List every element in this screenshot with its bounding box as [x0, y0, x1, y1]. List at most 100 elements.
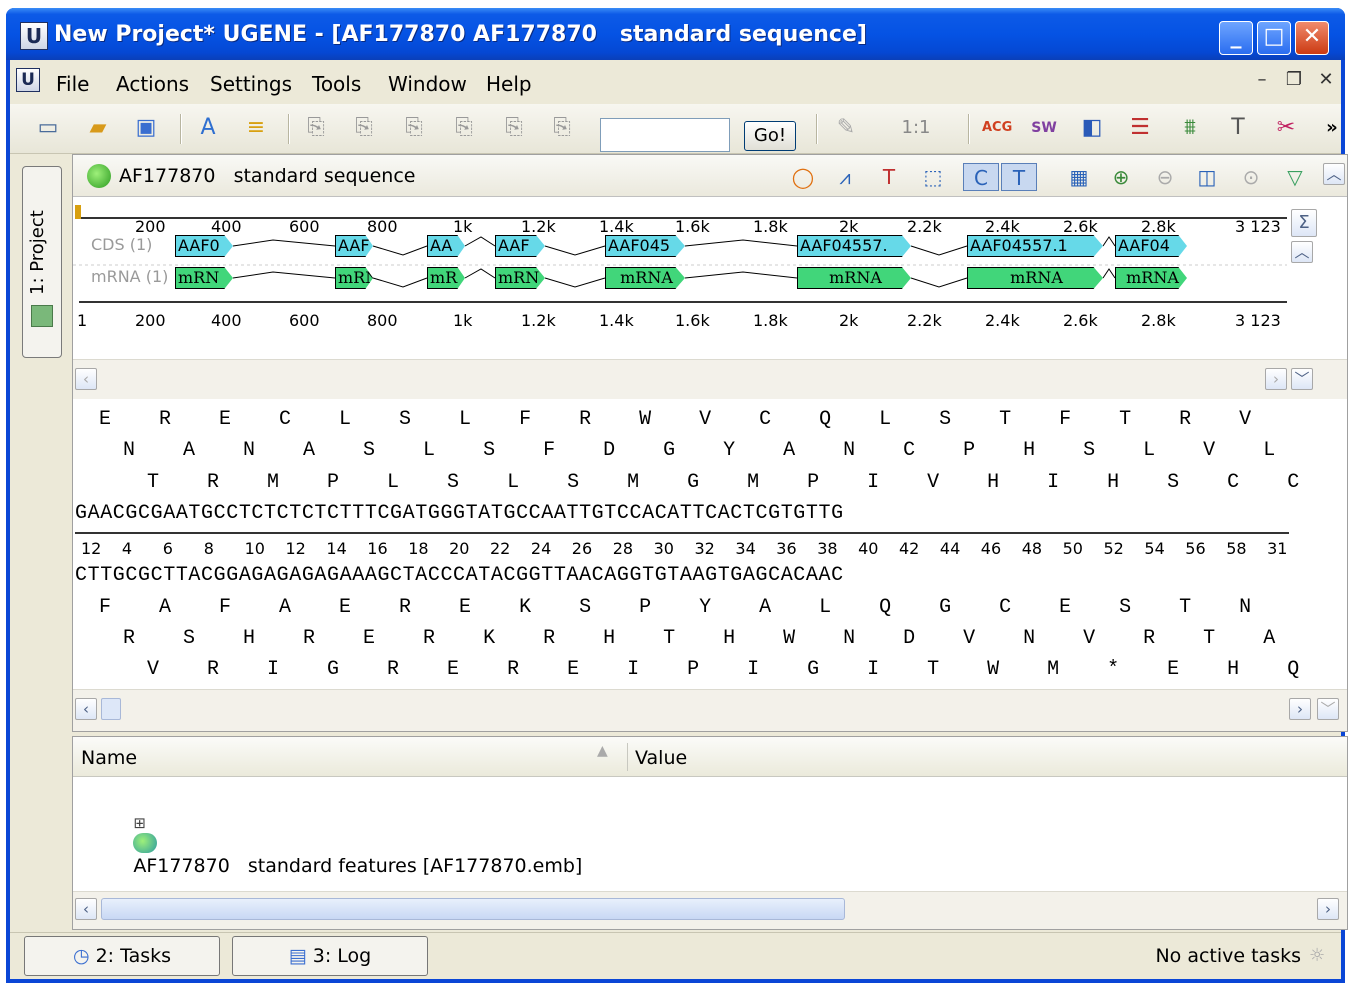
detail-scrollbar[interactable]: ‹ › ﹀	[73, 689, 1347, 731]
annotations-icon[interactable]: ≡	[242, 114, 270, 142]
tab-log[interactable]: ▤ 3: Log	[232, 936, 428, 976]
sort-ascending-icon: ▲	[597, 743, 608, 759]
scroll-up-icon[interactable]: ︿	[1323, 163, 1345, 185]
copy-annotation-icon[interactable]: ⎘	[500, 114, 528, 142]
scroll-down-icon[interactable]: ﹀	[1291, 368, 1313, 390]
graphs-icon[interactable]: ⩘	[831, 163, 859, 191]
scroll-left-icon[interactable]: ‹	[75, 368, 97, 390]
tree-scroll-thumb[interactable]	[101, 898, 845, 920]
copy-complement-icon[interactable]: ⎘	[350, 114, 378, 142]
zoom-in-icon[interactable]: ⊕	[1107, 163, 1135, 191]
new-project-icon[interactable]: ▭	[34, 114, 62, 142]
export-image-icon[interactable]: ▦	[1065, 163, 1093, 191]
mrna-feature[interactable]: mRNA	[797, 267, 911, 289]
copy-sequence-icon[interactable]: ⎘	[302, 114, 330, 142]
show-translations-icon[interactable]: T	[1001, 163, 1037, 191]
cds-feature[interactable]: AA	[427, 235, 465, 257]
mrna-feature[interactable]: mRN	[175, 267, 233, 289]
ugene-menu-icon[interactable]: U	[16, 68, 40, 92]
mrna-feature[interactable]: mRN	[335, 267, 373, 289]
close-button[interactable]: ✕	[1295, 21, 1329, 55]
orf-marker-icon[interactable]: ☰	[1126, 114, 1154, 142]
toolbar-more-button[interactable]: »	[1318, 114, 1346, 142]
search-input[interactable]	[600, 118, 730, 152]
cds-feature[interactable]: AAF0	[175, 235, 233, 257]
menu-file[interactable]: File	[56, 72, 89, 96]
menu-tools[interactable]: Tools	[312, 72, 361, 96]
mrna-feature[interactable]: mRNA	[1115, 267, 1187, 289]
smith-waterman-icon[interactable]: SW	[1030, 114, 1058, 142]
show-complement-icon[interactable]: C	[963, 163, 999, 191]
cds-feature[interactable]: AAF04	[1115, 235, 1187, 257]
ugene-app-icon[interactable]: U	[20, 22, 48, 50]
maximize-button[interactable]: □	[1257, 21, 1291, 55]
overview-scrollbar[interactable]: ‹ › ﹀	[73, 359, 1347, 399]
dotplot-icon[interactable]: ⩩	[1176, 114, 1204, 142]
zoom-selection-icon[interactable]: ◫	[1193, 163, 1221, 191]
mdi-restore-button[interactable]: ❐	[1282, 68, 1306, 92]
tree-scroll-right-icon[interactable]: ›	[1317, 898, 1339, 920]
detail-scroll-right-icon[interactable]: ›	[1289, 698, 1311, 720]
query-designer-icon[interactable]: ◧	[1078, 114, 1106, 142]
tree-scroll-left-icon[interactable]: ‹	[75, 898, 97, 920]
find-repeats-icon[interactable]: ACG	[982, 114, 1012, 142]
copy-translation-icon[interactable]: ⎘	[400, 114, 428, 142]
column-name[interactable]: Name	[81, 747, 137, 769]
complement-frame-2: R S H R E R K R H T H W N D V N V R T A	[99, 627, 1276, 650]
scroll-right-icon[interactable]: ›	[1265, 368, 1287, 390]
column-value[interactable]: Value	[635, 747, 687, 769]
zoom-out-icon[interactable]: ⊖	[1151, 163, 1179, 191]
cds-feature[interactable]: AAF04557.	[797, 235, 911, 257]
circular-view-icon[interactable]: ◯	[789, 163, 817, 191]
select-range-icon[interactable]: ⬚	[919, 163, 947, 191]
detail-scroll-down-icon[interactable]: ﹀	[1317, 698, 1339, 720]
bottom-dock: ◷ 2: Tasks ▤ 3: Log No active tasks ☼	[10, 932, 1341, 979]
reverse-strand[interactable]: CTTGCGCTTACGGAGAGAGAGAAAGCTACCCATACGGTTA…	[75, 561, 1349, 591]
edit-pencil-icon[interactable]: ✎	[832, 114, 860, 142]
mrna-feature[interactable]: mR	[427, 267, 465, 289]
save-icon[interactable]: ▣	[132, 114, 160, 142]
detail-ruler-label: 24	[530, 539, 552, 558]
cds-feature[interactable]: AAF	[335, 235, 373, 257]
expand-icon[interactable]: ⊞	[133, 814, 155, 832]
project-tab[interactable]: 1: Project	[22, 166, 62, 358]
tandem-repeats-icon[interactable]: T	[1224, 114, 1252, 142]
tree-header: Name ▲ Value	[73, 737, 1347, 777]
cds-feature[interactable]: AAF04557.1	[967, 235, 1103, 257]
menu-window[interactable]: Window	[388, 72, 467, 96]
zoom-default-icon[interactable]: ⊙	[1237, 163, 1265, 191]
restriction-sites-icon[interactable]: ✂	[1272, 114, 1300, 142]
forward-strand[interactable]: GAACGCGAATGCCTCTCTCTCTTTCGATGGGTATGCCAAT…	[75, 499, 1349, 529]
mrna-feature[interactable]: mRNA	[605, 267, 685, 289]
open-folder-icon[interactable]: ▰	[84, 114, 112, 142]
copy-complement-translation-icon[interactable]: ⎘	[450, 114, 478, 142]
title-bar[interactable]: U New Project* UGENE - [AF177870 AF17787…	[6, 8, 1345, 60]
go-button[interactable]: Go!	[744, 121, 796, 151]
cds-feature[interactable]: AAF045	[605, 235, 685, 257]
sum-button[interactable]: Σ	[1291, 209, 1317, 237]
translation-icon[interactable]: T	[875, 163, 903, 191]
track-scroll-up-icon[interactable]: ︿	[1291, 241, 1313, 263]
mdi-minimize-button[interactable]: –	[1250, 68, 1274, 92]
search-pattern-icon[interactable]: A	[194, 114, 222, 142]
zoom-ratio[interactable]: 1:1	[896, 114, 936, 142]
detail-scroll-thumb[interactable]	[101, 698, 121, 720]
mrna-feature[interactable]: mRN	[495, 267, 545, 289]
tree-item[interactable]: ⊞ AF177870 standard features [AF177870.e…	[85, 789, 582, 899]
cds-feature[interactable]: AAF	[495, 235, 545, 257]
toolbar-separator	[180, 114, 182, 144]
mrna-feature[interactable]: mRNA	[967, 267, 1103, 289]
tab-tasks[interactable]: ◷ 2: Tasks	[24, 936, 220, 976]
tree-scrollbar[interactable]: ‹ ›	[73, 891, 1347, 929]
menu-actions[interactable]: Actions	[116, 72, 189, 96]
menu-help[interactable]: Help	[486, 72, 532, 96]
column-divider[interactable]	[627, 743, 628, 771]
menu-settings[interactable]: Settings	[210, 72, 292, 96]
detail-scroll-left-icon[interactable]: ‹	[75, 698, 97, 720]
mdi-close-button[interactable]: ✕	[1314, 68, 1338, 92]
detail-ruler-label: 56	[1185, 539, 1206, 558]
minimize-button[interactable]: _	[1219, 21, 1253, 55]
copy-annotation-translation-icon[interactable]: ⎘	[548, 114, 576, 142]
sequence-title: AF177870 standard sequence	[119, 165, 416, 187]
collapse-toggle-icon[interactable]: ▽	[1281, 163, 1309, 191]
